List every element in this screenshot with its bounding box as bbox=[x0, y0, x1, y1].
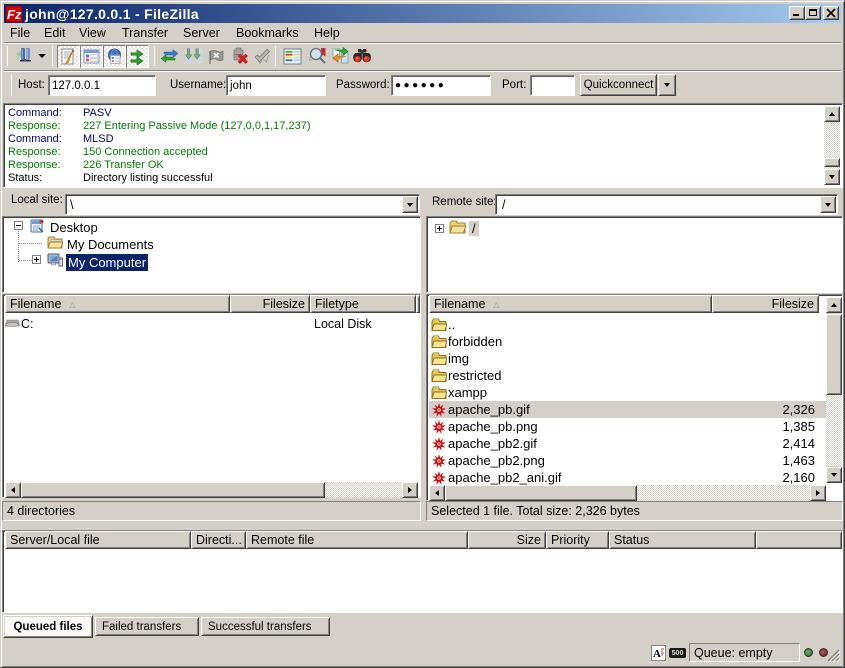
svg-text:Fz: Fz bbox=[7, 7, 22, 22]
svg-text:A: A bbox=[653, 648, 661, 660]
